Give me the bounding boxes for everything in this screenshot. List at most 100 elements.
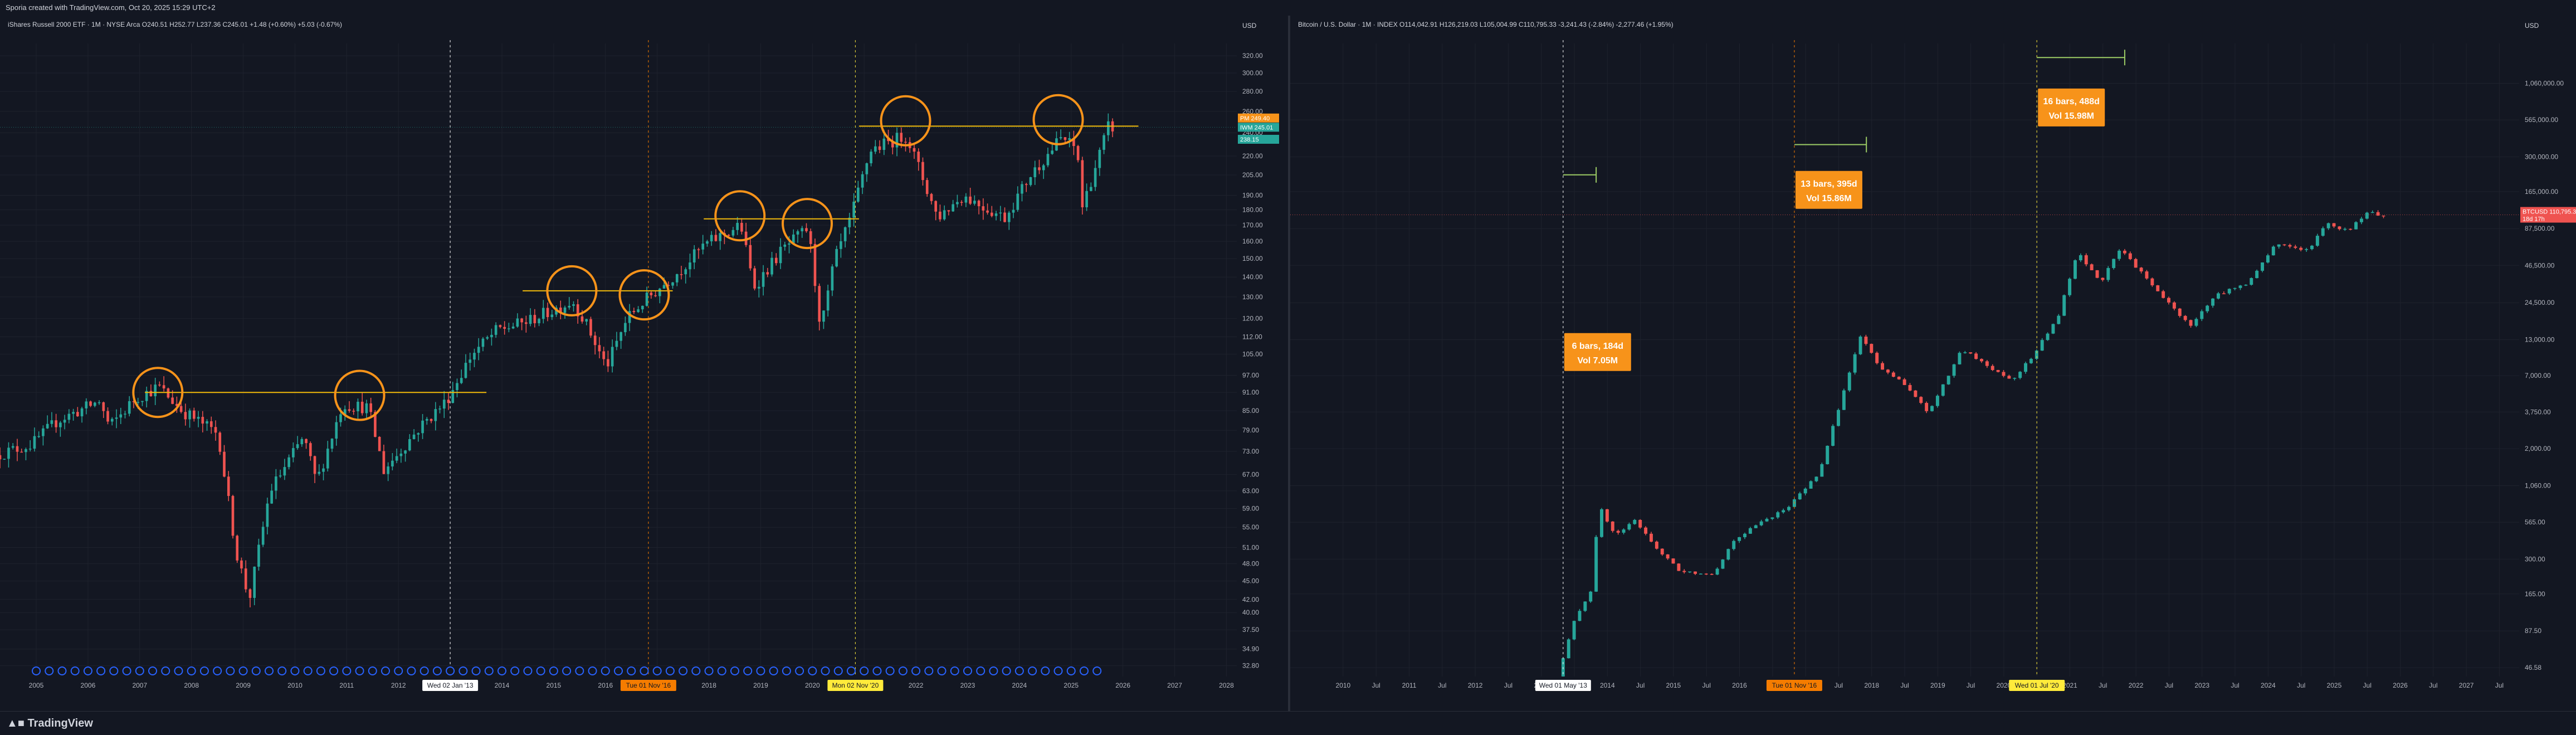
btc-candle-body <box>1738 537 1741 541</box>
iwm-candle-body <box>878 146 881 150</box>
btc-candle-body <box>1814 476 1818 481</box>
iwm-highlight-circle <box>1032 94 1084 145</box>
iwm-y-tick-label: 280.00 <box>1242 87 1263 95</box>
iwm-candle-body <box>141 401 144 402</box>
btc-candle-body <box>1787 507 1791 510</box>
btc-x-tick-label: 2010 <box>1336 682 1351 689</box>
btc-candle-body <box>1589 591 1593 602</box>
iwm-x-tick-label: 2010 <box>287 682 303 689</box>
iwm-candle-body <box>102 402 105 411</box>
iwm-candle-body <box>999 212 1002 214</box>
btc-candle-body <box>2266 255 2270 262</box>
iwm-dividend-marker <box>756 666 765 675</box>
btc-candle-body <box>1600 509 1603 537</box>
iwm-candle-body <box>434 409 437 421</box>
iwm-candle-body <box>692 249 696 263</box>
iwm-candle-body <box>1076 146 1080 160</box>
iwm-candle-body <box>1085 191 1088 208</box>
iwm-candle-body <box>67 413 71 420</box>
btc-candle-body <box>2244 285 2248 286</box>
iwm-y-tick-label: 97.00 <box>1242 372 1259 379</box>
iwm-candle-body <box>50 420 53 424</box>
iwm-candle-body <box>193 410 196 419</box>
iwm-dividend-marker <box>1041 666 1050 675</box>
iwm-candle-body <box>412 434 416 440</box>
iwm-candle-body <box>813 244 817 286</box>
iwm-candle-body <box>89 401 92 406</box>
btc-candle-body <box>2321 228 2325 236</box>
btc-x-tick-label: 2022 <box>2129 682 2144 689</box>
iwm-candle-body <box>477 347 480 353</box>
btc-candle-body <box>2294 246 2297 248</box>
btc-candle-body <box>2310 245 2314 250</box>
chart-pane-iwm[interactable]: 2005200620072008200920102011201220132014… <box>0 16 1288 711</box>
iwm-candle-body <box>37 436 40 437</box>
iwm-candle-body <box>97 402 101 403</box>
iwm-y-tick-label: 51.00 <box>1242 543 1259 551</box>
iwm-x-tick-label: 2025 <box>1063 682 1079 689</box>
chart-pane-btc[interactable]: 2010Jul2011Jul2012Jul2013Jul2014Jul2015J… <box>1290 16 2576 711</box>
iwm-candle-body <box>42 428 45 436</box>
btc-candle-body <box>1704 573 1708 575</box>
iwm-dividend-marker <box>355 666 364 675</box>
iwm-candle-body <box>464 363 467 378</box>
iwm-y-tick-label: 73.00 <box>1242 447 1259 455</box>
iwm-candle-body <box>300 439 304 445</box>
btc-candle-body <box>1594 537 1598 592</box>
btc-candle-body <box>2211 298 2215 306</box>
iwm-dividend-marker <box>251 666 261 675</box>
btc-candle-body <box>1980 359 1983 362</box>
btc-candle-body <box>2162 291 2165 298</box>
iwm-dividend-marker <box>148 666 158 675</box>
btc-candle-body <box>1809 481 1813 489</box>
iwm-candle-body <box>952 204 954 212</box>
iwm-candle-body <box>1038 167 1041 171</box>
iwm-candle-body <box>360 401 364 413</box>
iwm-dividend-marker <box>458 666 468 675</box>
iwm-highlight-circle <box>714 190 766 242</box>
btc-candle-body <box>2200 311 2204 319</box>
iwm-chart-svg[interactable]: 2005200620072008200920102011201220132014… <box>0 16 1288 711</box>
btc-candle-body <box>2178 308 2182 316</box>
btc-candle-body <box>1649 533 1653 542</box>
iwm-candle-body <box>701 244 705 250</box>
btc-candle-body <box>2112 259 2116 268</box>
btc-chart-svg[interactable]: 2010Jul2011Jul2012Jul2013Jul2014Jul2015J… <box>1290 16 2576 711</box>
btc-candle-body <box>1622 529 1626 533</box>
iwm-dividend-marker <box>174 666 183 675</box>
iwm-dividend-marker <box>238 666 248 675</box>
btc-candle-body <box>1985 361 1989 366</box>
iwm-x-tick-label: 2011 <box>339 682 354 689</box>
iwm-candle-body <box>783 244 787 247</box>
iwm-candle-body <box>395 456 398 461</box>
btc-candle-body <box>1891 372 1895 377</box>
btc-x-tick-label: Jul <box>2099 682 2107 689</box>
iwm-candle-body <box>382 451 386 474</box>
btc-candle-body <box>1864 337 1868 344</box>
iwm-highlight-circle <box>782 198 833 250</box>
iwm-y-tick-label: 34.90 <box>1242 645 1259 653</box>
iwm-candle-body <box>840 241 842 249</box>
iwm-x-tick-label: 2008 <box>184 682 199 689</box>
iwm-x-tick-label: 2014 <box>495 682 510 689</box>
iwm-candle-body <box>1042 165 1045 171</box>
btc-y-tick-label: 87.50 <box>2525 627 2541 635</box>
btc-candle-body <box>2118 250 2121 259</box>
iwm-dividend-marker <box>32 666 41 675</box>
iwm-candle-body <box>874 146 877 152</box>
iwm-candle-body <box>818 286 821 322</box>
iwm-dividend-marker <box>471 666 481 675</box>
btc-candle-body <box>1616 530 1620 533</box>
btc-candle-body <box>1765 519 1769 522</box>
iwm-candle-body <box>494 325 497 335</box>
iwm-candle-body <box>499 325 502 327</box>
btc-y-tick-label: 565.00 <box>2525 518 2545 526</box>
btc-measure-vol-label: Vol 15.98M <box>2048 111 2094 121</box>
iwm-candle-body <box>223 451 226 477</box>
iwm-candle-body <box>16 446 19 452</box>
iwm-dividend-marker <box>484 666 494 675</box>
btc-candle-body <box>2057 315 2061 324</box>
iwm-candle-body <box>525 322 528 324</box>
iwm-dividend-marker <box>691 666 701 675</box>
iwm-candle-body <box>1090 187 1092 191</box>
